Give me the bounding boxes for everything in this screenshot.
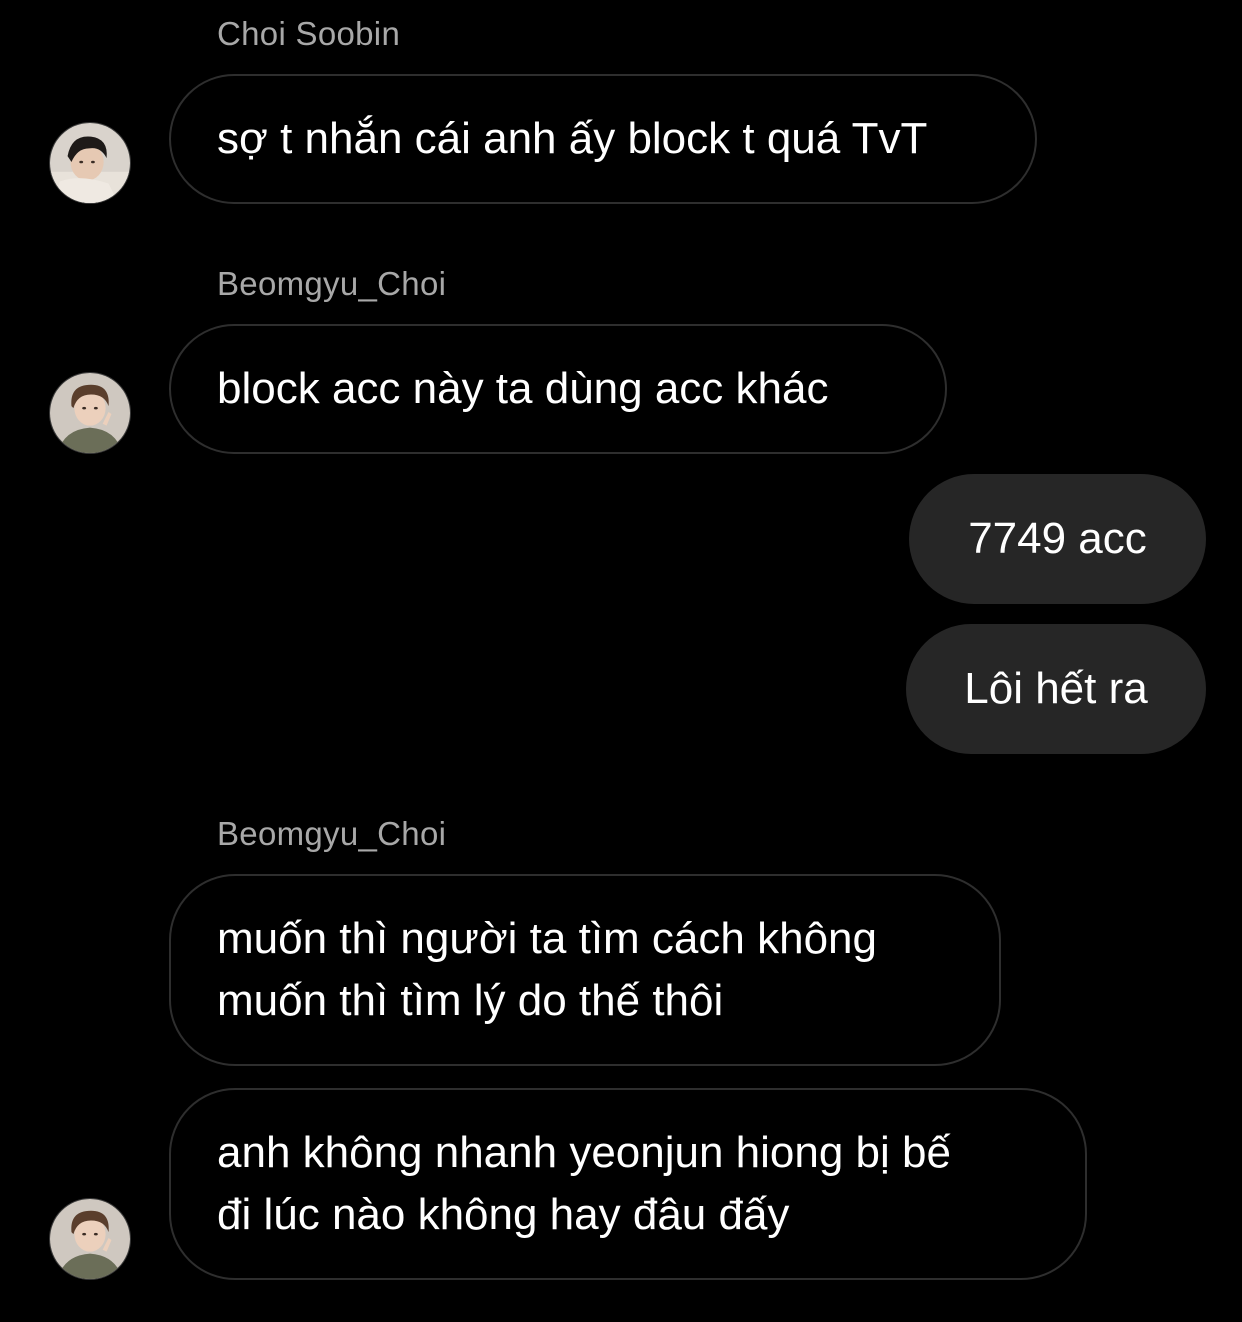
- avatar-soobin[interactable]: [49, 122, 131, 204]
- message-bubble-outgoing[interactable]: Lôi hết ra: [906, 624, 1206, 754]
- message-bubble-incoming[interactable]: block acc này ta dùng acc khác: [169, 324, 947, 454]
- message-text: Lôi hết ra: [964, 664, 1148, 713]
- message-text-line: đi lúc nào không hay đâu đấy: [217, 1190, 790, 1239]
- avatar-photo-icon: [50, 123, 130, 203]
- sender-name-soobin: Choi Soobin: [217, 15, 401, 52]
- message-text: block acc này ta dùng acc khác: [217, 364, 829, 413]
- message-bubble-incoming[interactable]: anh không nhanh yeonjun hiong bị bế đi l…: [169, 1088, 1087, 1280]
- avatar-beomgyu[interactable]: [49, 1198, 131, 1280]
- message-text-line: anh không nhanh yeonjun hiong bị bế: [217, 1128, 951, 1177]
- message-text: sợ t nhắn cái anh ấy block t quá TvT: [217, 114, 928, 163]
- avatar-beomgyu[interactable]: [49, 372, 131, 454]
- avatar-photo-icon: [50, 1199, 130, 1279]
- message-bubble-outgoing[interactable]: 7749 acc: [909, 474, 1206, 604]
- sender-name-beomgyu: Beomgyu_Choi: [217, 265, 447, 302]
- sender-name-beomgyu: Beomgyu_Choi: [217, 815, 447, 852]
- avatar-photo-icon: [50, 373, 130, 453]
- message-text-line: muốn thì tìm lý do thế thôi: [217, 976, 724, 1025]
- message-text-line: muốn thì người ta tìm cách không: [217, 914, 877, 963]
- message-bubble-incoming[interactable]: muốn thì người ta tìm cách không muốn th…: [169, 874, 1001, 1066]
- message-text: 7749 acc: [968, 514, 1147, 563]
- message-bubble-incoming[interactable]: sợ t nhắn cái anh ấy block t quá TvT: [169, 74, 1037, 204]
